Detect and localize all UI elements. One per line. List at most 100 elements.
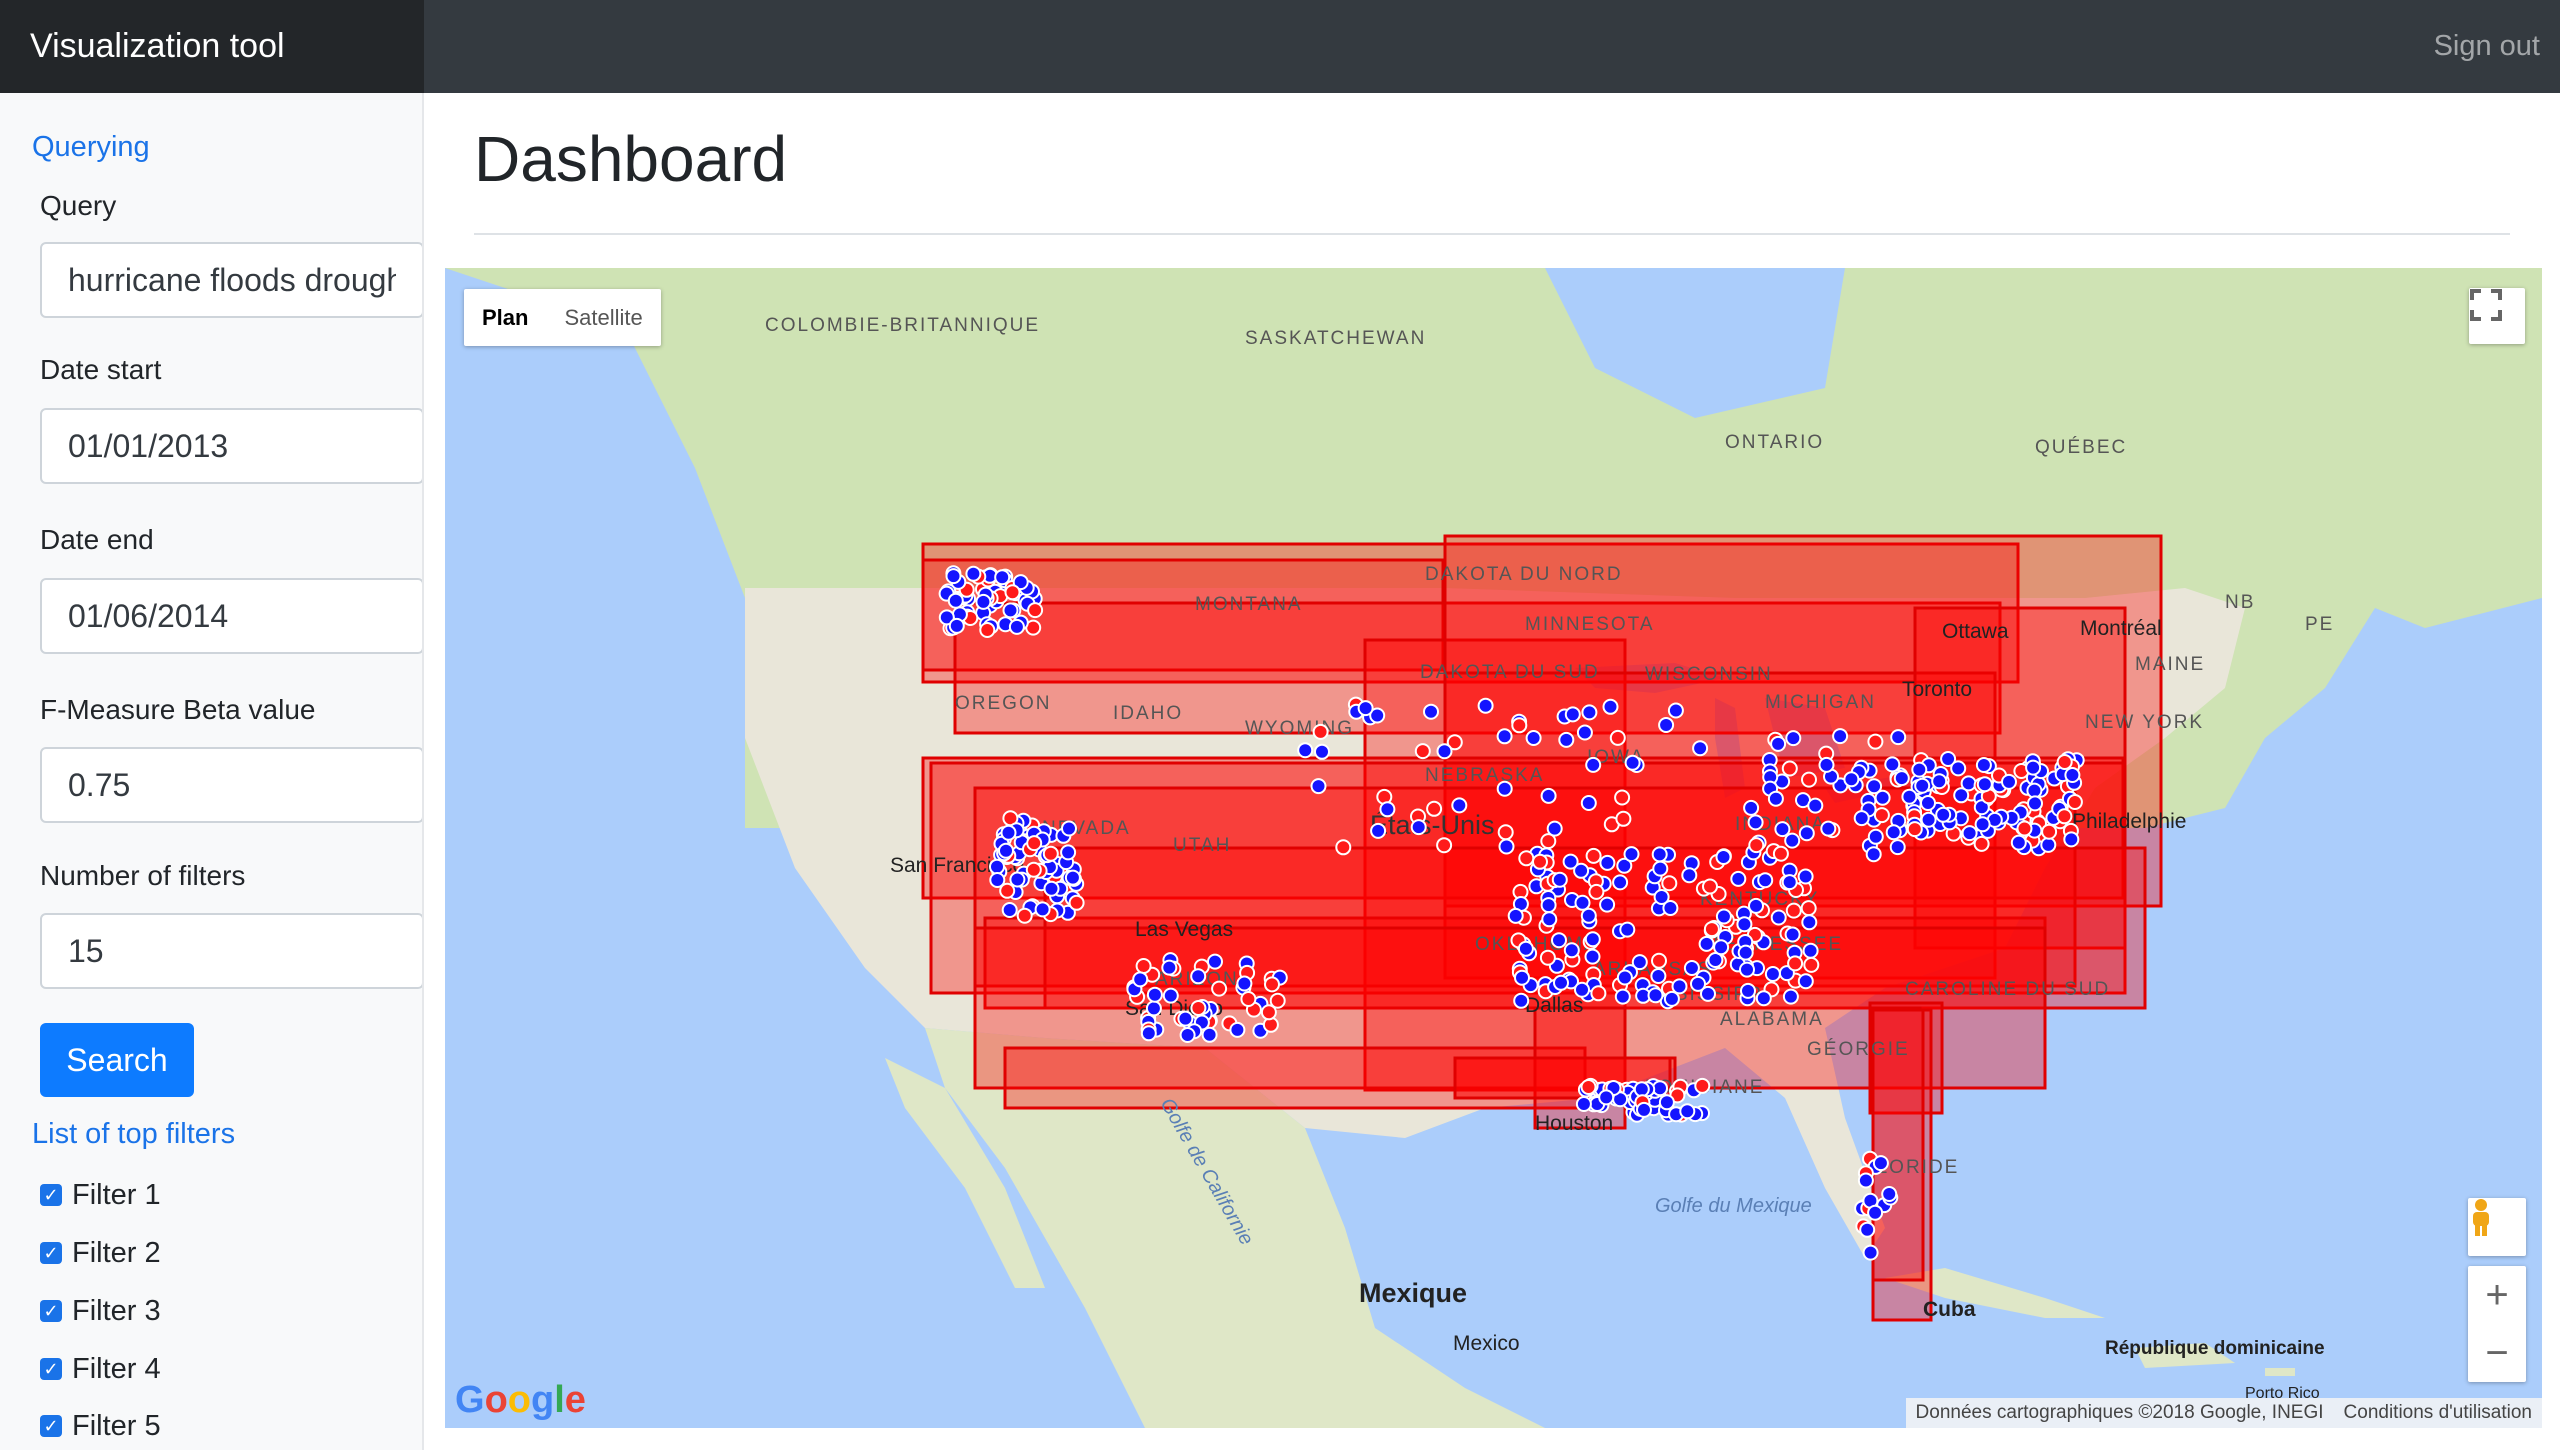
map-marker[interactable] <box>1064 869 1081 886</box>
map-marker[interactable] <box>1873 807 1890 824</box>
map-marker[interactable] <box>1890 729 1907 746</box>
map-marker[interactable] <box>1584 948 1601 965</box>
map-marker[interactable] <box>1781 760 1798 777</box>
map-marker[interactable] <box>1190 1000 1207 1016</box>
map-marker[interactable] <box>1651 952 1667 969</box>
map-marker[interactable] <box>1647 987 1664 1004</box>
map-marker[interactable] <box>1477 697 1494 714</box>
map-marker[interactable] <box>1801 914 1818 931</box>
map-marker[interactable] <box>1068 894 1085 911</box>
map-marker[interactable] <box>2066 794 2083 810</box>
map-marker[interactable] <box>1920 811 1937 828</box>
map-marker[interactable] <box>1269 992 1286 1009</box>
map-marker[interactable] <box>2056 808 2073 825</box>
map-marker[interactable] <box>1715 908 1732 925</box>
map-marker[interactable] <box>1497 824 1514 841</box>
map-marker[interactable] <box>1201 1026 1218 1043</box>
map-marker[interactable] <box>1026 835 1043 852</box>
map-marker[interactable] <box>1264 976 1280 993</box>
map-marker[interactable] <box>1042 845 1059 862</box>
filter-item[interactable]: ✓ Filter 5 <box>40 1406 161 1446</box>
map-marker[interactable] <box>1807 797 1824 814</box>
filter-item[interactable]: ✓ Filter 1 <box>40 1175 161 1215</box>
map-marker[interactable] <box>1016 907 1033 924</box>
map-marker[interactable] <box>1636 1101 1652 1118</box>
map-marker[interactable] <box>1867 733 1884 750</box>
map-marker[interactable] <box>1370 822 1387 839</box>
map-marker[interactable] <box>1000 824 1017 841</box>
map-marker[interactable] <box>1872 1155 1889 1172</box>
map-marker[interactable] <box>1009 871 1026 888</box>
map-marker[interactable] <box>1619 921 1636 938</box>
map-marker[interactable] <box>1702 878 1718 895</box>
map-marker[interactable] <box>2040 836 2057 853</box>
map-marker[interactable] <box>1624 754 1641 771</box>
map-marker[interactable] <box>1911 761 1928 778</box>
map-marker[interactable] <box>1736 916 1753 933</box>
map-marker[interactable] <box>2001 773 2017 790</box>
map-marker[interactable] <box>1653 889 1670 905</box>
map-marker[interactable] <box>1740 982 1756 999</box>
filter-item[interactable]: ✓ Filter 3 <box>40 1291 161 1331</box>
map-marker[interactable] <box>1451 797 1468 814</box>
map-marker[interactable] <box>1574 894 1591 911</box>
map-marker[interactable] <box>1539 949 1556 966</box>
map-marker[interactable] <box>1540 897 1557 914</box>
map-marker[interactable] <box>1540 787 1557 804</box>
map-marker[interactable] <box>1801 771 1817 788</box>
sign-out-link[interactable]: Sign out <box>2434 0 2540 93</box>
map-marker[interactable] <box>1658 717 1675 733</box>
map-marker[interactable] <box>1564 706 1581 723</box>
checkbox-checked-icon[interactable]: ✓ <box>40 1184 62 1206</box>
map-marker[interactable] <box>1008 618 1025 635</box>
map-marker[interactable] <box>1162 987 1179 1004</box>
map-marker[interactable] <box>1784 926 1801 943</box>
map-marker[interactable] <box>1785 902 1802 919</box>
map-marker[interactable] <box>1580 1079 1597 1095</box>
map-marker[interactable] <box>1211 980 1228 997</box>
map-marker[interactable] <box>1436 837 1453 854</box>
checkbox-checked-icon[interactable]: ✓ <box>40 1415 62 1437</box>
map-marker[interactable] <box>1614 789 1631 806</box>
map-marker[interactable] <box>1694 1077 1711 1094</box>
map-marker[interactable] <box>1690 975 1706 992</box>
map-marker[interactable] <box>1379 801 1396 818</box>
date-end-input[interactable] <box>40 578 422 654</box>
map-marker[interactable] <box>1782 988 1799 1005</box>
map-marker[interactable] <box>1671 978 1688 995</box>
map-marker[interactable] <box>1532 853 1548 870</box>
map-marker[interactable] <box>1865 846 1882 863</box>
map-marker[interactable] <box>1893 770 1910 787</box>
map-marker[interactable] <box>1931 773 1948 790</box>
map-marker[interactable] <box>1558 731 1575 748</box>
map-marker[interactable] <box>1797 868 1814 885</box>
map-marker[interactable] <box>1551 932 1567 949</box>
map-marker[interactable] <box>1314 743 1330 760</box>
map-marker[interactable] <box>1599 854 1616 871</box>
map-marker[interactable] <box>1179 1027 1196 1043</box>
map-marker[interactable] <box>1616 969 1633 986</box>
map-marker[interactable] <box>1190 968 1207 985</box>
map-marker[interactable] <box>1785 730 1802 747</box>
map-marker[interactable] <box>1631 954 1648 971</box>
map-marker[interactable] <box>1514 969 1530 986</box>
beta-input[interactable] <box>40 747 422 823</box>
map-marker[interactable] <box>1002 602 1019 619</box>
checkbox-checked-icon[interactable]: ✓ <box>40 1300 62 1322</box>
map-marker[interactable] <box>1518 850 1535 867</box>
map-marker[interactable] <box>1423 703 1439 720</box>
map-marker[interactable] <box>998 842 1014 859</box>
filter-item[interactable]: ✓ Filter 4 <box>40 1349 161 1389</box>
map-marker[interactable] <box>1935 806 1952 823</box>
map-marker[interactable] <box>1496 728 1513 745</box>
map-marker[interactable] <box>2063 831 2080 848</box>
map-marker[interactable] <box>1145 1000 1162 1017</box>
map-marker[interactable] <box>1161 959 1178 976</box>
map-marker[interactable] <box>1739 961 1755 978</box>
map-marker[interactable] <box>2010 834 2027 851</box>
map-marker[interactable] <box>1798 825 1815 842</box>
map-marker[interactable] <box>1859 1221 1876 1238</box>
checkbox-checked-icon[interactable]: ✓ <box>40 1358 62 1380</box>
map-marker[interactable] <box>1800 900 1817 917</box>
map-marker[interactable] <box>1410 819 1427 836</box>
